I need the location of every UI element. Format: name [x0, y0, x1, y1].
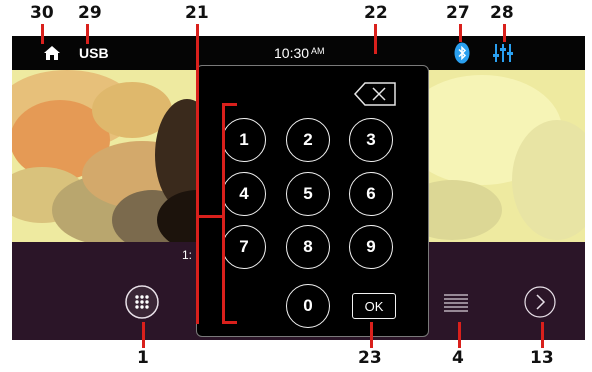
callout-label-21: 21	[185, 3, 209, 23]
callout-leader-21-bottom	[222, 321, 237, 324]
key-7[interactable]: 7	[222, 225, 266, 269]
callout-label-29: 29	[78, 3, 102, 23]
callout-label-23: 23	[358, 348, 382, 368]
equalizer-icon[interactable]	[493, 42, 513, 64]
key-9[interactable]: 9	[349, 225, 393, 269]
callout-leader-30	[41, 24, 44, 44]
backspace-icon[interactable]	[353, 81, 397, 107]
source-label[interactable]: USB	[79, 45, 109, 61]
clock-time: 10:30	[274, 45, 310, 61]
callout-label-1: 1	[137, 348, 149, 368]
ok-button[interactable]: OK	[352, 293, 396, 319]
key-1[interactable]: 1	[222, 118, 266, 162]
grid-icon[interactable]	[125, 285, 159, 319]
callout-label-28: 28	[490, 3, 514, 23]
home-icon[interactable]	[43, 45, 61, 61]
callout-leader-23	[370, 322, 373, 348]
key-3[interactable]: 3	[349, 118, 393, 162]
clock-ampm: AM	[311, 46, 325, 56]
chevron-right-icon[interactable]	[524, 286, 556, 318]
key-8[interactable]: 8	[286, 225, 330, 269]
list-icon[interactable]	[442, 291, 470, 313]
callout-label-22: 22	[364, 3, 388, 23]
key-6[interactable]: 6	[349, 172, 393, 216]
callout-leader-21-link	[196, 215, 224, 218]
key-5[interactable]: 5	[286, 172, 330, 216]
callout-label-13: 13	[530, 348, 554, 368]
callout-label-27: 27	[446, 3, 470, 23]
callout-label-4: 4	[452, 348, 464, 368]
callout-leader-1	[142, 322, 145, 348]
elapsed-time-fragment: 1:	[182, 248, 193, 262]
key-2[interactable]: 2	[286, 118, 330, 162]
callout-leader-21	[196, 24, 199, 324]
key-4[interactable]: 4	[222, 172, 266, 216]
callout-leader-13	[541, 322, 544, 348]
callout-leader-21-bracket	[222, 103, 225, 323]
clock: 10:30 AM	[274, 45, 325, 61]
bluetooth-icon[interactable]	[454, 42, 470, 64]
key-0[interactable]: 0	[286, 284, 330, 328]
callout-leader-28	[503, 24, 506, 42]
callout-leader-29	[86, 24, 89, 44]
head-unit-screen: USB 10:30 AM 1: 1 2 3 4 5 6 7 8 9 0 OK	[12, 36, 585, 340]
callout-label-30: 30	[30, 3, 54, 23]
callout-leader-4	[458, 322, 461, 348]
callout-leader-27	[459, 24, 462, 42]
callout-leader-22	[374, 24, 377, 54]
